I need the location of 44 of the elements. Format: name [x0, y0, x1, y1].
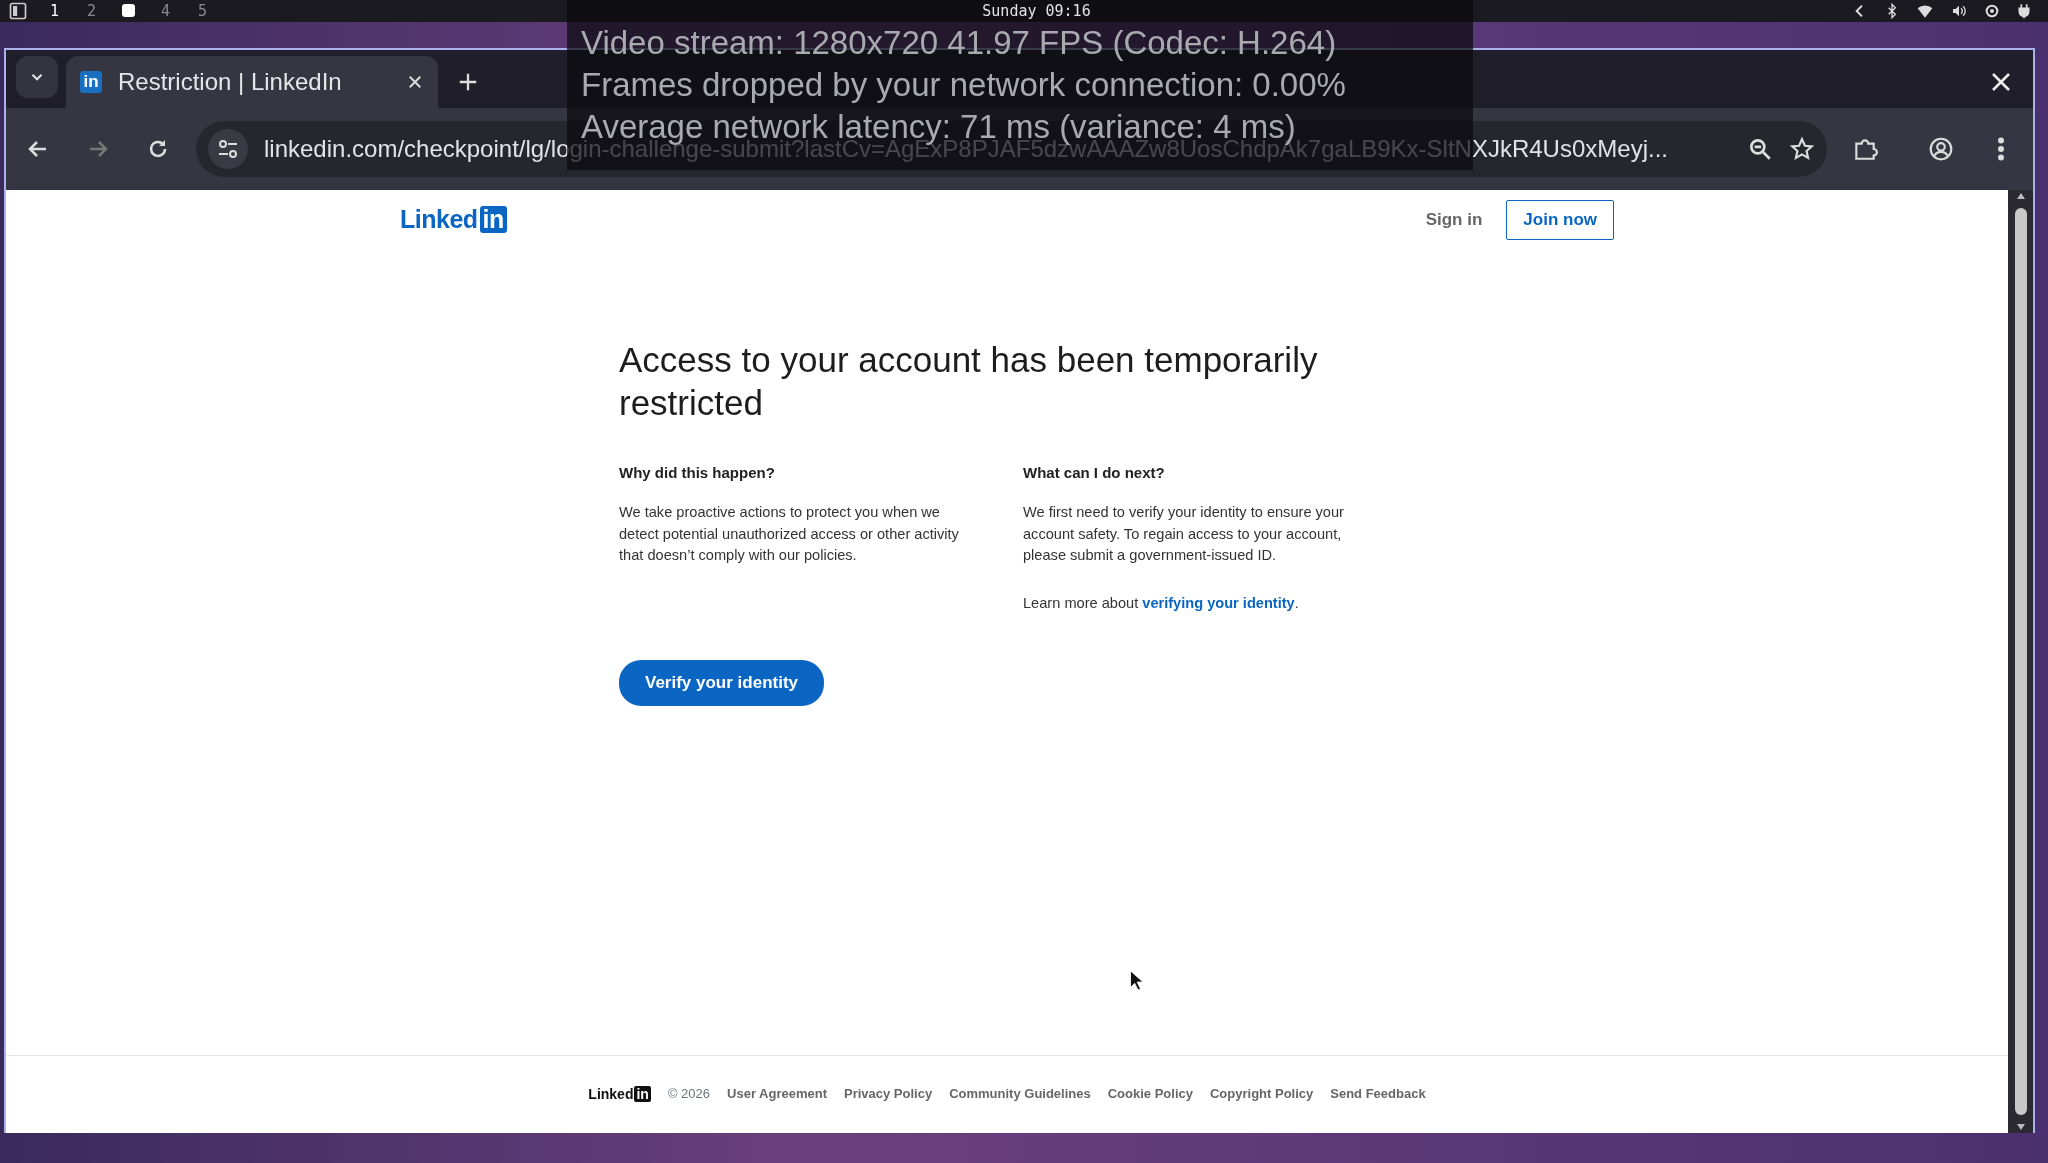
copyright-text: © 2026 [667, 1085, 711, 1103]
join-now-button[interactable]: Join now [1506, 200, 1614, 240]
workspace-button[interactable]: 5 [184, 0, 221, 23]
clock-text: Sunday 09:16 [982, 1, 1091, 20]
tab-title: Restriction | LinkedIn [118, 67, 343, 97]
stats-line: Video stream: 1280x720 41.97 FPS (Codec: H.264) [581, 23, 1338, 63]
workspace-button[interactable]: 4 [147, 0, 184, 23]
more-icon [1998, 136, 2004, 162]
footer-link[interactable]: Cookie Policy [1107, 1084, 1193, 1104]
puzzle-icon [1852, 136, 1878, 162]
scrollbar[interactable] [2008, 190, 2033, 1133]
sign-in-link[interactable]: Sign in [1425, 207, 1483, 233]
power-icon[interactable] [2016, 3, 2032, 19]
section-title: Why did this happen? [619, 464, 776, 482]
browser-tab[interactable]: in Restriction | LinkedIn [66, 56, 438, 108]
page-heading: Access to your account has been temporarily restricted [619, 339, 1319, 424]
zoom-out-icon[interactable] [1747, 136, 1773, 162]
sliders-icon[interactable] [216, 137, 240, 161]
stats-line: Frames dropped by your network connection: 0.00% [581, 65, 1347, 105]
footer-link[interactable]: Community Guidelines [949, 1084, 1091, 1104]
volume-icon[interactable] [1950, 3, 1968, 19]
verify-identity-button[interactable]: Verify your identity [619, 660, 825, 706]
settings-icon[interactable] [1984, 3, 2000, 19]
tab-list-button[interactable] [16, 56, 58, 98]
plus-icon [457, 71, 479, 93]
verify-identity-link[interactable]: verifying your identity [1142, 594, 1295, 611]
layout-icon[interactable] [8, 1, 28, 21]
linkedin-logo[interactable]: Linked in [400, 201, 507, 239]
workspace-button[interactable]: 2 [73, 0, 110, 23]
wifi-icon[interactable] [1916, 3, 1934, 19]
close-icon[interactable] [406, 73, 424, 91]
paragraph: Learn more about verifying your identity. [1023, 593, 1300, 613]
footer-link[interactable]: Copyright Policy [1210, 1084, 1314, 1104]
profile-icon [1928, 136, 1954, 162]
favicon-icon: in [80, 71, 102, 93]
paragraph: We first need to verify your identity to ensure your account safety. To regain access to your account, please submit a government-issued ID. [1023, 503, 1345, 565]
linkedin-logo[interactable]: Linked in [588, 1084, 651, 1105]
section-title: What can I do next? [1023, 464, 1166, 482]
paragraph: We take proactive actions to protect you when we detect potential unauthorized access or other activity that doesn’t comply with our policies. [619, 503, 960, 565]
star-icon[interactable] [1789, 136, 1815, 162]
workspace-button[interactable]: 1 [36, 0, 73, 23]
footer-link[interactable]: User Agreement [727, 1084, 827, 1104]
footer-link[interactable]: Send Feedback [1330, 1084, 1426, 1104]
footer-link[interactable]: Privacy Policy [844, 1084, 933, 1104]
